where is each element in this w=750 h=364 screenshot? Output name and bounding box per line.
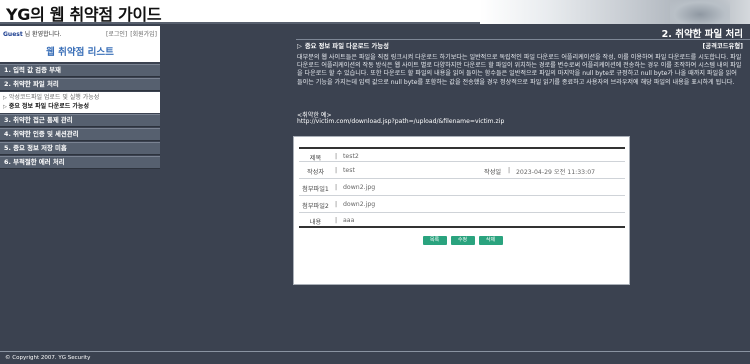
row-author: 작성자 | test 작성일 | 2023-04-29 오전 11:33:07 bbox=[299, 162, 625, 179]
account-links: [로그인] [회원가입] bbox=[103, 29, 157, 38]
board-panel: 제목 | test2 작성자 | test 작성일 | 2023-04-29 오… bbox=[293, 136, 630, 285]
greeting: 님 환영합니다. bbox=[22, 31, 62, 38]
author-value: test bbox=[343, 167, 355, 174]
login-box: Guest 님 환영합니다. [로그인] [회원가입] 웹 취약점 리스트 bbox=[0, 26, 160, 62]
subitem-download[interactable]: ▷ 중요 정보 파일 다운로드 가능성 bbox=[3, 102, 160, 111]
edit-button[interactable]: 수정 bbox=[450, 236, 475, 245]
sidebar-item-auth-session[interactable]: 4. 취약한 인증 및 세션관리 bbox=[0, 128, 160, 141]
separator: | bbox=[508, 167, 511, 174]
row-subject: 제목 | test2 bbox=[299, 147, 625, 162]
username: Guest bbox=[3, 31, 23, 38]
sidebar-item-access-control[interactable]: 3. 취약한 접근 통제 관리 bbox=[0, 114, 160, 127]
file2-label: 첨부파일2 bbox=[302, 203, 329, 210]
description: 대부분의 웹 사이트들은 파일을 직접 링크시켜 다운로드 하기보다는 일반적으… bbox=[297, 54, 742, 86]
row-file1: 첨부파일1 | down2.jpg bbox=[299, 179, 625, 196]
vuln-menu: 1. 입력 값 검증 부재 2. 취약한 파일 처리 ▷ 악성코드파일 업로드 및… bbox=[0, 64, 160, 170]
author-label: 작성자 bbox=[306, 169, 325, 176]
separator: | bbox=[335, 184, 338, 191]
sidebar-item-input-validation[interactable]: 1. 입력 값 검증 부재 bbox=[0, 64, 160, 77]
welcome-text: Guest 님 환영합니다. bbox=[3, 29, 62, 38]
file2-link[interactable]: down2.jpg bbox=[343, 201, 375, 208]
separator: | bbox=[335, 217, 338, 224]
separator: | bbox=[335, 201, 338, 208]
submenu-file-handling: ▷ 악성코드파일 업로드 및 실행 가능성 ▷ 중요 정보 파일 다운로드 가능성 bbox=[0, 92, 160, 113]
sidebar-item-error-handling[interactable]: 6. 부적절한 에러 처리 bbox=[0, 156, 160, 169]
subheading-text: 중요 정보 파일 다운로드 가능성 bbox=[304, 43, 389, 50]
subject-label: 제목 bbox=[309, 155, 322, 162]
board-buttons: 목록 수정 삭제 bbox=[294, 226, 631, 245]
attack-type-tag: [공격코드유형] bbox=[702, 43, 743, 50]
content-label: 내용 bbox=[309, 219, 322, 226]
section-title: 2. 취약한 파일 처리 bbox=[661, 29, 743, 40]
header: YG의 웹 취약점 가이드 bbox=[0, 0, 750, 24]
list-button[interactable]: 목록 bbox=[422, 236, 447, 245]
date-value: 2023-04-29 오전 11:33:07 bbox=[516, 169, 596, 176]
login-link[interactable]: [로그인] bbox=[106, 31, 127, 38]
main-content: 2. 취약한 파일 처리 ▷ 중요 정보 파일 다운로드 가능성 [공격코드유형]… bbox=[160, 26, 750, 351]
sidebar-item-sensitive-storage[interactable]: 5. 중요 정보 저장 미흡 bbox=[0, 142, 160, 155]
separator: | bbox=[335, 153, 338, 160]
subitem-upload-label: 악성코드파일 업로드 및 실행 가능성 bbox=[8, 94, 100, 101]
sidebar: Guest 님 환영합니다. [로그인] [회원가입] 웹 취약점 리스트 1. … bbox=[0, 26, 160, 351]
board-table: 제목 | test2 작성자 | test 작성일 | 2023-04-29 오… bbox=[299, 147, 625, 228]
file1-link[interactable]: down2.jpg bbox=[343, 184, 375, 191]
sidebar-title: 웹 취약점 리스트 bbox=[46, 47, 114, 58]
subheading: ▷ 중요 정보 파일 다운로드 가능성 [공격코드유형] bbox=[297, 41, 743, 50]
site-title: YG의 웹 취약점 가이드 bbox=[6, 5, 162, 24]
content-value: aaa bbox=[343, 217, 355, 224]
delete-button[interactable]: 삭제 bbox=[478, 236, 503, 245]
sidebar-item-file-handling[interactable]: 2. 취약한 파일 처리 bbox=[0, 78, 160, 91]
triangle-right-icon: ▷ bbox=[297, 43, 302, 50]
row-file2: 첨부파일2 | down2.jpg bbox=[299, 196, 625, 213]
section-divider bbox=[296, 39, 750, 40]
copyright: © Copyright 2007. YG Security bbox=[5, 355, 91, 361]
subitem-download-label: 중요 정보 파일 다운로드 가능성 bbox=[8, 103, 89, 110]
subject-value: test2 bbox=[343, 153, 359, 160]
header-image bbox=[480, 0, 750, 24]
subitem-upload[interactable]: ▷ 악성코드파일 업로드 및 실행 가능성 bbox=[3, 93, 160, 102]
separator: | bbox=[335, 167, 338, 174]
example-url: http://victim.com/download.jsp?path=/upl… bbox=[297, 118, 505, 125]
triangle-right-icon: ▷ bbox=[3, 104, 7, 110]
date-label: 작성일 bbox=[484, 169, 502, 176]
footer: © Copyright 2007. YG Security bbox=[0, 351, 750, 364]
file1-label: 첨부파일1 bbox=[302, 186, 329, 193]
join-link[interactable]: [회원가입] bbox=[130, 31, 157, 38]
